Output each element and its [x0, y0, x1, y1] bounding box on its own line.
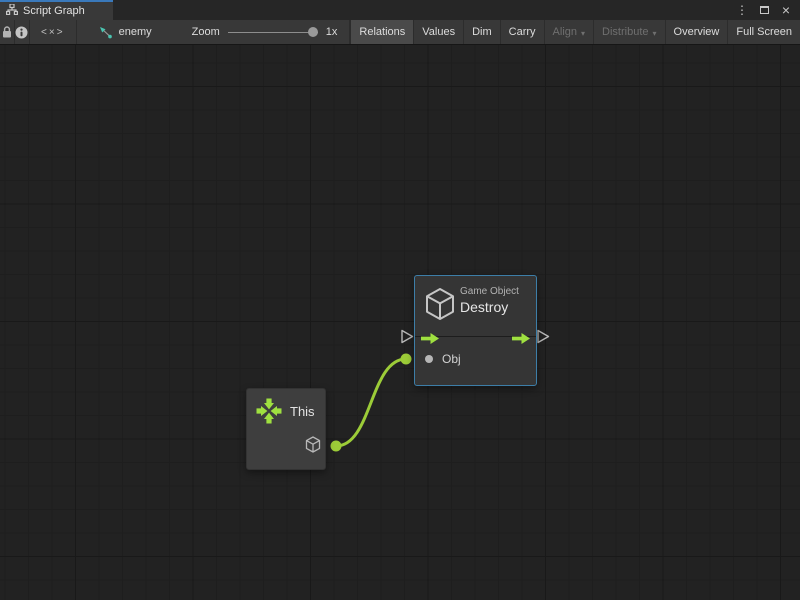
- zoom-slider-handle[interactable]: [308, 27, 318, 37]
- lock-button[interactable]: [0, 20, 15, 44]
- relations-label: Relations: [359, 26, 405, 38]
- lock-icon: [1, 25, 13, 39]
- align-button[interactable]: Align ▾: [544, 20, 593, 44]
- distribute-button[interactable]: Distribute ▾: [593, 20, 664, 44]
- close-button[interactable]: ×: [778, 2, 794, 18]
- tab-script-graph[interactable]: Script Graph: [0, 0, 113, 20]
- dropdown-caret-icon: ▾: [581, 29, 585, 38]
- distribute-label: Distribute: [602, 26, 648, 38]
- node-header: Game Object Destroy: [415, 276, 536, 328]
- carry-button[interactable]: Carry: [500, 20, 544, 44]
- graph-hierarchy-icon: [6, 4, 18, 18]
- wire-layer: [0, 45, 800, 600]
- graph-toolbar: <×> enemy Zoom 1x Relations Values: [0, 20, 800, 45]
- code-preview-toggle[interactable]: <×>: [30, 20, 77, 44]
- relations-button[interactable]: Relations: [350, 20, 413, 44]
- info-icon: [15, 26, 28, 39]
- titlebar-spacer: [113, 0, 734, 20]
- node-this[interactable]: This: [246, 388, 326, 470]
- connection-wire[interactable]: [336, 359, 406, 446]
- zoom-slider[interactable]: [228, 27, 318, 37]
- wire-start-dot[interactable]: [331, 441, 342, 452]
- obj-port-label: Obj: [442, 352, 461, 366]
- align-label: Align: [553, 26, 577, 38]
- flow-in-arrow-icon[interactable]: [421, 331, 439, 349]
- close-icon: ×: [782, 3, 790, 17]
- window-menu-button[interactable]: ⋮: [734, 2, 750, 18]
- fullscreen-label: Full Screen: [736, 26, 792, 38]
- graph-asset-icon: [99, 26, 113, 39]
- node-category: Game Object: [460, 286, 519, 297]
- gameobject-output-port[interactable]: [305, 436, 321, 458]
- cube-icon: [305, 436, 321, 453]
- flow-out-arrow-icon[interactable]: [512, 331, 530, 349]
- maximize-icon: [760, 6, 769, 14]
- window-controls: ⋮ ×: [734, 0, 800, 20]
- title-bar: Script Graph ⋮ ×: [0, 0, 800, 20]
- carry-label: Carry: [509, 26, 536, 38]
- cube-icon: [424, 287, 456, 326]
- zoom-control: Zoom 1x: [162, 20, 351, 44]
- this-unit-icon: [255, 397, 283, 430]
- toolbar-right-group: Relations Values Dim Carry Align ▾ Distr…: [350, 20, 800, 44]
- graph-name-label: enemy: [119, 26, 152, 38]
- fullscreen-button[interactable]: Full Screen: [727, 20, 800, 44]
- wire-end-dot[interactable]: [401, 354, 412, 365]
- flow-input-port[interactable]: [402, 331, 413, 343]
- obj-port-dot[interactable]: [425, 355, 433, 363]
- graph-canvas[interactable]: This Game Object Destroy: [0, 45, 800, 600]
- tab-title: Script Graph: [23, 5, 85, 17]
- maximize-button[interactable]: [756, 2, 772, 18]
- dim-label: Dim: [472, 26, 492, 38]
- overview-button[interactable]: Overview: [665, 20, 728, 44]
- dim-button[interactable]: Dim: [463, 20, 500, 44]
- zoom-level: 1x: [326, 26, 338, 38]
- dropdown-caret-icon: ▾: [653, 29, 657, 38]
- code-preview-icon: <×>: [41, 27, 65, 38]
- node-destroy[interactable]: Game Object Destroy Obj: [414, 275, 537, 386]
- values-button[interactable]: Values: [413, 20, 463, 44]
- overview-label: Overview: [674, 26, 720, 38]
- obj-input-row[interactable]: Obj: [415, 351, 461, 367]
- kebab-menu-icon: ⋮: [736, 4, 748, 16]
- zoom-label: Zoom: [192, 26, 220, 38]
- flow-output-port[interactable]: [538, 331, 549, 343]
- node-title: This: [290, 404, 315, 419]
- values-label: Values: [422, 26, 455, 38]
- graph-breadcrumb[interactable]: enemy: [77, 20, 162, 44]
- script-graph-window: Script Graph ⋮ ×: [0, 0, 800, 600]
- node-title: Destroy: [460, 299, 508, 315]
- info-button[interactable]: [15, 20, 30, 44]
